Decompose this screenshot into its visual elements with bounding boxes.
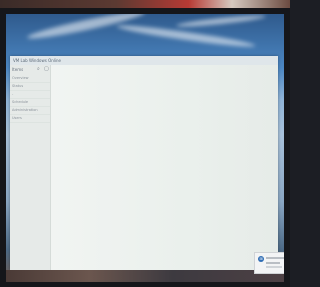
- toast-text-line: [266, 262, 280, 264]
- sidebar-item[interactable]: -: [10, 91, 50, 99]
- toast-text-line: [266, 257, 284, 259]
- notification-toast[interactable]: ⊞: [254, 252, 284, 274]
- window-title: VM Lab Windows Online: [10, 56, 278, 65]
- monitor-screen: VM Lab Windows Online Items ⌕ ▢ Overview…: [6, 14, 284, 282]
- toast-text-line: [266, 266, 282, 268]
- wallpaper-cloud: [175, 14, 267, 29]
- sidebar-item[interactable]: Status: [10, 83, 50, 91]
- grid-icon[interactable]: ▢: [44, 67, 49, 72]
- sidebar: Items ⌕ ▢ Overview Status - Schedule Adm…: [10, 65, 51, 270]
- sidebar-item[interactable]: Overview: [10, 75, 50, 83]
- sidebar-item[interactable]: Users: [10, 115, 50, 123]
- taskbar: [6, 270, 284, 282]
- sidebar-item[interactable]: Schedule: [10, 99, 50, 107]
- search-icon[interactable]: ⌕: [37, 67, 42, 72]
- sidebar-header: Items ⌕ ▢: [10, 65, 50, 75]
- app-window[interactable]: VM Lab Windows Online Items ⌕ ▢ Overview…: [10, 56, 278, 270]
- main-content-area[interactable]: [51, 65, 278, 270]
- sidebar-title: Items: [12, 67, 24, 72]
- windows-icon: ⊞: [258, 256, 264, 262]
- sidebar-item[interactable]: Administration: [10, 107, 50, 115]
